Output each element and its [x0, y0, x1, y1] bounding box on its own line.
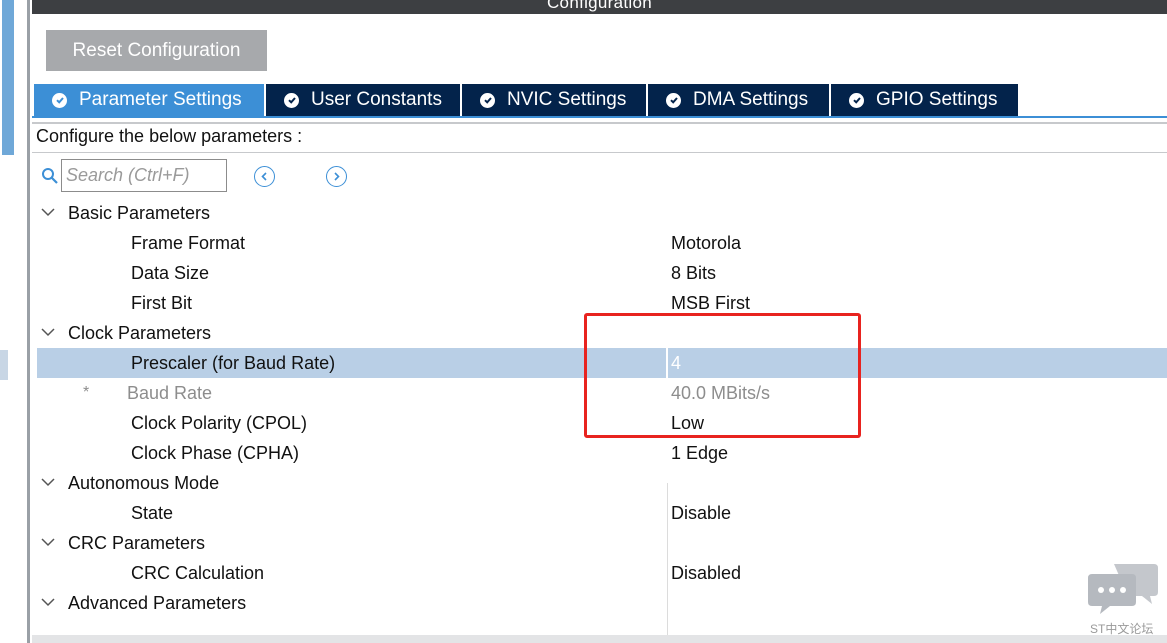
tab-label: User Constants — [311, 89, 442, 110]
search-previous-button[interactable] — [254, 166, 275, 187]
value-column-divider — [667, 483, 668, 643]
chevron-down-icon — [41, 598, 55, 607]
left-scrollbar[interactable] — [2, 0, 14, 155]
derived-marker: * — [83, 384, 90, 401]
param-label: Clock Polarity (CPOL) — [131, 413, 308, 433]
check-icon — [284, 92, 299, 108]
group-basic-parameters[interactable]: Basic Parameters — [37, 198, 1167, 228]
param-label: Frame Format — [131, 233, 246, 253]
settings-tabs: Parameter Settings User Constants NVIC S… — [34, 84, 1020, 116]
left-edge-strip — [0, 0, 32, 643]
tab-label: DMA Settings — [693, 89, 809, 110]
group-label: Basic Parameters — [68, 203, 211, 223]
configure-instruction: Configure the below parameters : — [36, 126, 303, 146]
group-advanced-parameters[interactable]: Advanced Parameters — [37, 588, 1167, 618]
bottom-scroll-area — [32, 635, 1167, 643]
chevron-left-icon — [261, 172, 267, 181]
left-edge-marker — [0, 350, 8, 380]
tab-user-constants[interactable]: User Constants — [266, 84, 460, 116]
group-label: Clock Parameters — [68, 323, 212, 343]
param-row-state[interactable]: State Disable — [37, 498, 1167, 528]
search-input[interactable] — [61, 159, 227, 192]
group-label: CRC Parameters — [68, 533, 206, 553]
left-edge-divider — [27, 0, 30, 643]
reset-configuration-button[interactable]: Reset Configuration — [46, 30, 267, 71]
tab-gpio-settings[interactable]: GPIO Settings — [831, 84, 1018, 116]
tab-label: Parameter Settings — [79, 89, 242, 110]
param-label: Baud Rate — [127, 383, 213, 403]
tab-label: NVIC Settings — [507, 89, 627, 110]
param-row-crc-calculation[interactable]: CRC Calculation Disabled — [37, 558, 1167, 588]
tab-label: GPIO Settings — [876, 89, 998, 110]
param-label: CRC Calculation — [131, 563, 265, 583]
param-label: Prescaler (for Baud Rate) — [131, 353, 336, 373]
chevron-down-icon — [41, 328, 55, 337]
tab-nvic-settings[interactable]: NVIC Settings — [462, 84, 646, 116]
chat-bubble-icon — [1088, 564, 1158, 614]
window-title: Configuration — [546, 0, 653, 12]
check-icon — [480, 92, 495, 108]
check-icon — [666, 92, 681, 108]
param-value[interactable]: Disable — [671, 498, 731, 528]
param-label: First Bit — [131, 293, 192, 313]
group-label: Advanced Parameters — [68, 593, 247, 613]
param-row-clock-phase[interactable]: Clock Phase (CPHA) 1 Edge — [37, 438, 1167, 468]
param-value[interactable]: Motorola — [671, 228, 741, 258]
group-crc-parameters[interactable]: CRC Parameters — [37, 528, 1167, 558]
group-autonomous-mode[interactable]: Autonomous Mode — [37, 468, 1167, 498]
chevron-down-icon — [41, 208, 55, 217]
tab-dma-settings[interactable]: DMA Settings — [648, 84, 829, 116]
window-titlebar: Configuration — [32, 0, 1167, 14]
param-label: Data Size — [131, 263, 210, 283]
chevron-down-icon — [41, 538, 55, 547]
check-icon — [52, 92, 67, 108]
annotation-highlight-box — [584, 313, 861, 438]
panel-header-divider — [32, 152, 1167, 153]
check-icon — [849, 92, 864, 108]
param-row-data-size[interactable]: Data Size 8 Bits — [37, 258, 1167, 288]
chevron-down-icon — [41, 478, 55, 487]
param-value[interactable]: 8 Bits — [671, 258, 716, 288]
param-label: Clock Phase (CPHA) — [131, 443, 300, 463]
tab-underline — [32, 116, 1167, 118]
param-value[interactable]: 1 Edge — [671, 438, 728, 468]
search-next-button[interactable] — [326, 166, 347, 187]
param-row-frame-format[interactable]: Frame Format Motorola — [37, 228, 1167, 258]
param-value[interactable]: Disabled — [671, 558, 741, 588]
chevron-right-icon — [334, 172, 340, 181]
search-icon — [42, 168, 58, 184]
group-label: Autonomous Mode — [68, 473, 220, 493]
tab-parameter-settings[interactable]: Parameter Settings — [34, 84, 264, 116]
panel-top-border — [32, 122, 1167, 124]
param-label: State — [131, 503, 174, 523]
